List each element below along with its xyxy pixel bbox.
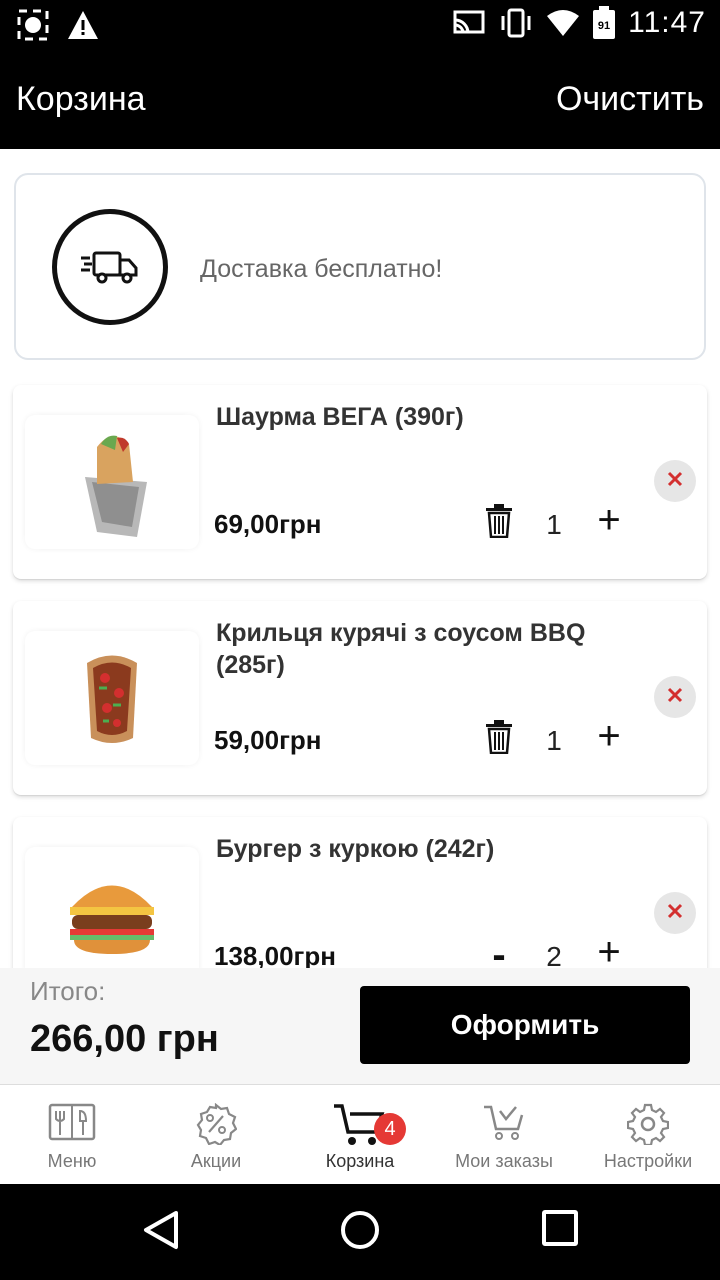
increase-quantity-button[interactable]: +: [591, 716, 627, 757]
nav-label: Акции: [190, 1151, 242, 1171]
product-quantity: 2: [546, 941, 562, 968]
trash-icon: [484, 719, 514, 759]
total-label: Итого:: [30, 976, 106, 1006]
system-nav-bar: [0, 1184, 720, 1280]
page-title: Корзина: [16, 80, 146, 118]
nav-item-promotions[interactable]: Акции: [144, 1085, 288, 1184]
delivery-text: Доставка бесплатно!: [200, 255, 443, 283]
total-amount: 266,00 грн: [30, 1018, 219, 1060]
decrease-quantity-button[interactable]: [481, 719, 517, 759]
vibrate-icon: [498, 8, 534, 38]
percent-badge-icon: [195, 1102, 238, 1147]
battery-icon: 91: [592, 6, 616, 40]
cast-icon: [452, 9, 486, 37]
remove-item-button[interactable]: [654, 892, 696, 934]
recents-icon[interactable]: [542, 1210, 578, 1251]
status-bar: 91 11:47: [0, 0, 720, 50]
cart-item-card: Шаурма ВЕГА (390г) 69,00грн 1 +: [13, 385, 707, 579]
gear-icon: [626, 1103, 670, 1147]
cart-item-card: Бургер з куркою (242г) 138,00грн - 2 +: [13, 817, 707, 968]
product-price: 59,00грн: [214, 725, 322, 755]
product-image: [25, 415, 199, 549]
menu-book-icon: [48, 1103, 96, 1145]
delivery-banner: Доставка бесплатно!: [14, 173, 706, 360]
back-icon[interactable]: [142, 1210, 180, 1255]
cart-item-card: Крильця курячі з соусом BBQ (285г) 59,00…: [13, 601, 707, 795]
product-name: Шаурма ВЕГА (390г): [216, 403, 464, 431]
product-quantity: 1: [546, 509, 562, 540]
warning-icon: [66, 9, 100, 41]
nav-label: Мои заказы: [455, 1151, 553, 1171]
close-icon: [667, 687, 683, 708]
status-time: 11:47: [628, 6, 706, 39]
order-summary: Итого: 266,00 грн Оформить: [0, 968, 720, 1084]
cart-orders-icon: [482, 1103, 526, 1145]
nav-label: Корзина: [325, 1151, 395, 1171]
bottom-nav: Меню Акции 4 Корзина Мои заказы Настройк…: [0, 1084, 720, 1184]
screenshot-icon: [16, 8, 50, 42]
decrease-quantity-button[interactable]: -: [481, 935, 517, 968]
clear-cart-button[interactable]: Очистить: [556, 80, 704, 119]
product-name: Крильця курячі з соусом BBQ (285г): [216, 619, 586, 679]
nav-item-settings[interactable]: Настройки: [576, 1085, 720, 1184]
trash-icon: [484, 503, 514, 543]
delivery-truck-icon: [52, 209, 168, 325]
nav-label: Настройки: [603, 1151, 693, 1171]
decrease-quantity-button[interactable]: [481, 503, 517, 543]
battery-level: 91: [598, 20, 610, 32]
product-price: 69,00грн: [214, 509, 322, 539]
product-image: [25, 847, 199, 968]
wifi-icon: [546, 8, 580, 38]
increase-quantity-button[interactable]: +: [591, 932, 627, 968]
app-header: Корзина Очистить: [0, 50, 720, 149]
product-name: Бургер з куркою (242г): [216, 835, 495, 863]
close-icon: [667, 471, 683, 492]
nav-item-menu[interactable]: Меню: [0, 1085, 144, 1184]
product-price: 138,00грн: [214, 941, 336, 968]
increase-quantity-button[interactable]: +: [591, 500, 627, 541]
cart-count-badge: 4: [374, 1113, 406, 1145]
remove-item-button[interactable]: [654, 460, 696, 502]
remove-item-button[interactable]: [654, 676, 696, 718]
home-icon[interactable]: [340, 1210, 380, 1255]
nav-item-orders[interactable]: Мои заказы: [432, 1085, 576, 1184]
checkout-button[interactable]: Оформить: [360, 986, 690, 1064]
product-quantity: 1: [546, 725, 562, 756]
close-icon: [667, 903, 683, 924]
nav-label: Меню: [47, 1151, 97, 1171]
product-image: [25, 631, 199, 765]
nav-item-cart[interactable]: 4 Корзина: [288, 1085, 432, 1184]
cart-content[interactable]: Доставка бесплатно! Шаурма ВЕГА (390г) 6…: [0, 149, 720, 968]
